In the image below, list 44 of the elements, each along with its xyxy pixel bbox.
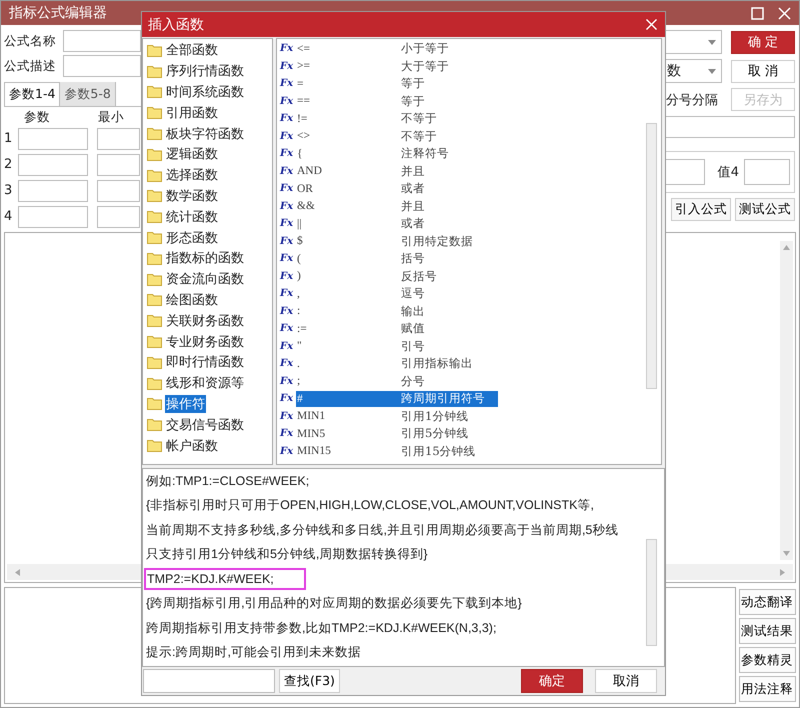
function-icon: Fx <box>277 113 296 124</box>
function-icon: Fx <box>277 393 296 404</box>
function-icon: Fx <box>277 218 296 230</box>
function-icon: Fx <box>277 428 296 440</box>
description-text: {跨周期指标引用,引用品种的对应周期的数据必须要先下载到本地} <box>145 595 523 612</box>
function-icon: Fx <box>277 148 296 160</box>
function-icon: Fx <box>277 130 296 142</box>
description-text: 提示:跨周期时,可能会引用到未来数据 <box>145 644 362 662</box>
description-text: 跨周期指标引用支持带参数,比如TMP2:=KDJ.K#WEEK(N,3,3); <box>145 620 498 637</box>
description-text: 只支持引用1分钟线和5分钟线,周期数据转换得到} <box>145 546 429 564</box>
description-text: {非指标引用时只可用于OPEN,HIGH,LOW,CLOSE,VOL,AMOUNT,VOLINSTK等, <box>145 497 595 514</box>
row-number: 1 <box>4 131 14 146</box>
function-icon: Fx <box>277 376 296 387</box>
function-icon: Fx <box>277 446 296 457</box>
function-icon: Fx <box>277 340 296 352</box>
row-number: 3 <box>4 183 14 198</box>
function-icon: Fx <box>277 253 296 264</box>
row-number: 2 <box>4 157 14 172</box>
function-icon: Fx <box>277 410 296 422</box>
column-header: 参数 <box>24 108 51 126</box>
function-icon: Fx <box>277 78 296 90</box>
function-icon: Fx <box>277 288 296 300</box>
function-icon: Fx <box>277 60 296 72</box>
function-icon: Fx <box>277 96 296 107</box>
field-label: 值4 <box>718 164 739 181</box>
function-icon: Fx <box>277 236 296 247</box>
function-icon: Fx <box>277 200 296 212</box>
window-title: 指标公式编辑器 <box>9 4 107 22</box>
function-icon: Fx <box>277 43 296 54</box>
function-icon: Fx <box>277 358 296 370</box>
field-label: 公式名称 <box>4 32 57 50</box>
function-icon: Fx <box>277 270 296 282</box>
function-icon: Fx <box>277 183 296 194</box>
function-icon: Fx <box>277 306 296 317</box>
row-number: 4 <box>4 209 14 224</box>
dialog-title: 插入函数 <box>148 16 204 34</box>
description-text: 当前周期不支持多秒线,多分钟线和多日线,并且引用周期必须要高于当前周期,5秒线 <box>145 522 620 539</box>
function-icon: Fx <box>277 323 296 334</box>
function-icon: Fx <box>277 166 296 177</box>
field-label: 公式描述 <box>4 58 57 74</box>
description-text: TMP2:=KDJ.K#WEEK; <box>144 568 306 590</box>
description-text: 例如:TMP1:=CLOSE#WEEK; <box>145 472 310 490</box>
separator-label: 分号分隔 <box>666 92 718 108</box>
column-header: 最小 <box>98 108 124 126</box>
